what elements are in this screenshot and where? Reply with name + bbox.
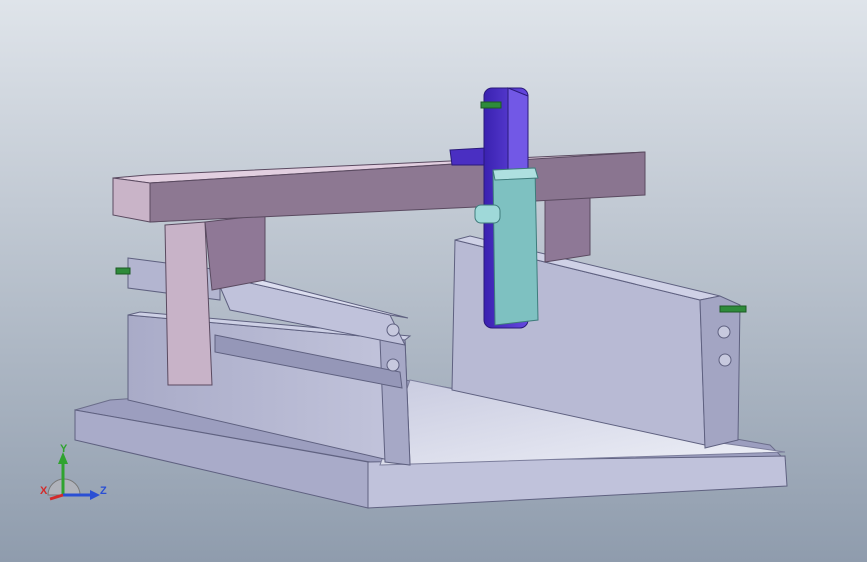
locating-pin — [115, 267, 131, 275]
cad-viewport[interactable]: Y X Z — [0, 0, 867, 562]
locating-pin — [719, 305, 747, 313]
triad-y-label: Y — [60, 443, 68, 455]
slot-notch — [718, 353, 732, 367]
slot-notch — [386, 358, 400, 372]
triad-x-label: X — [40, 485, 48, 497]
model-canvas[interactable]: Y X Z — [0, 0, 867, 562]
triad-z-label: Z — [100, 485, 107, 497]
locating-pin — [480, 101, 502, 109]
slot-notch — [717, 325, 731, 339]
slot-notch — [386, 323, 400, 337]
